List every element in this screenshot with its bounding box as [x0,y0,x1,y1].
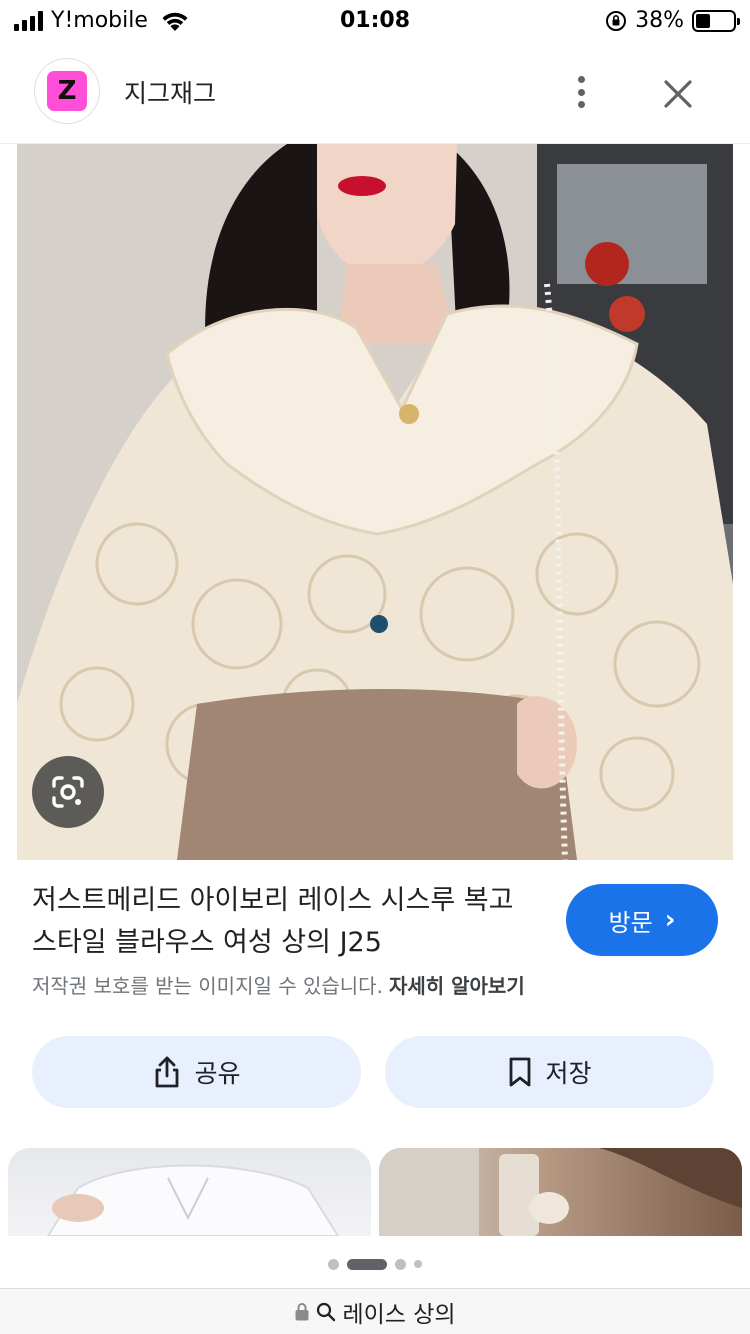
copyright-text: 저작권 보호를 받는 이미지일 수 있습니다. [32,974,383,998]
google-lens-icon[interactable] [32,756,104,828]
more-options-icon[interactable] [566,72,596,112]
product-photo [17,144,733,860]
product-title[interactable]: 저스트메리드 아이보리 레이스 시스루 복고 스타일 블라우스 여성 상의 J2… [32,880,532,964]
status-bar: Y!mobile 01:08 38% [0,0,750,44]
lock-icon [295,1302,309,1320]
search-query: 레이스 상의 [342,1301,456,1328]
related-image-2[interactable] [379,1148,742,1236]
learn-more-link[interactable]: 자세히 알아보기 [389,974,525,998]
save-button[interactable]: 저장 [385,1036,714,1108]
source-header: Z 지그재그 [0,44,750,144]
chevron-right-icon: › [664,905,676,935]
url-bar[interactable]: 레이스 상의 [0,1288,750,1334]
pager-dot [328,1258,339,1270]
share-label: 공유 [194,1059,241,1088]
visit-button[interactable]: 방문 › [566,884,718,956]
pager-dot-active [347,1258,387,1270]
related-photo-2 [379,1148,742,1236]
related-image-1[interactable] [8,1148,371,1236]
zigzag-logo-icon: Z [47,71,87,111]
share-button[interactable]: 공유 [32,1036,361,1108]
carousel-pager [0,1256,750,1272]
battery-level [696,13,710,28]
battery-percent: 38% [635,8,684,33]
share-icon [156,1056,179,1088]
site-name[interactable]: 지그재그 [124,74,216,110]
pager-dot [395,1258,406,1270]
orientation-lock-icon [606,10,627,31]
site-logo[interactable]: Z [34,58,100,124]
bookmark-icon [510,1057,531,1087]
copyright-notice: 저작권 보호를 받는 이미지일 수 있습니다. 자세히 알아보기 [32,970,525,999]
pager-dot [414,1260,422,1268]
battery-icon [692,9,740,32]
close-icon[interactable] [658,74,698,114]
save-label: 저장 [545,1059,592,1088]
related-photo-1 [46,1164,340,1236]
product-image[interactable] [17,144,733,860]
status-right: 38% [605,8,740,33]
search-icon [317,1302,336,1321]
visit-label: 방문 [608,908,653,937]
